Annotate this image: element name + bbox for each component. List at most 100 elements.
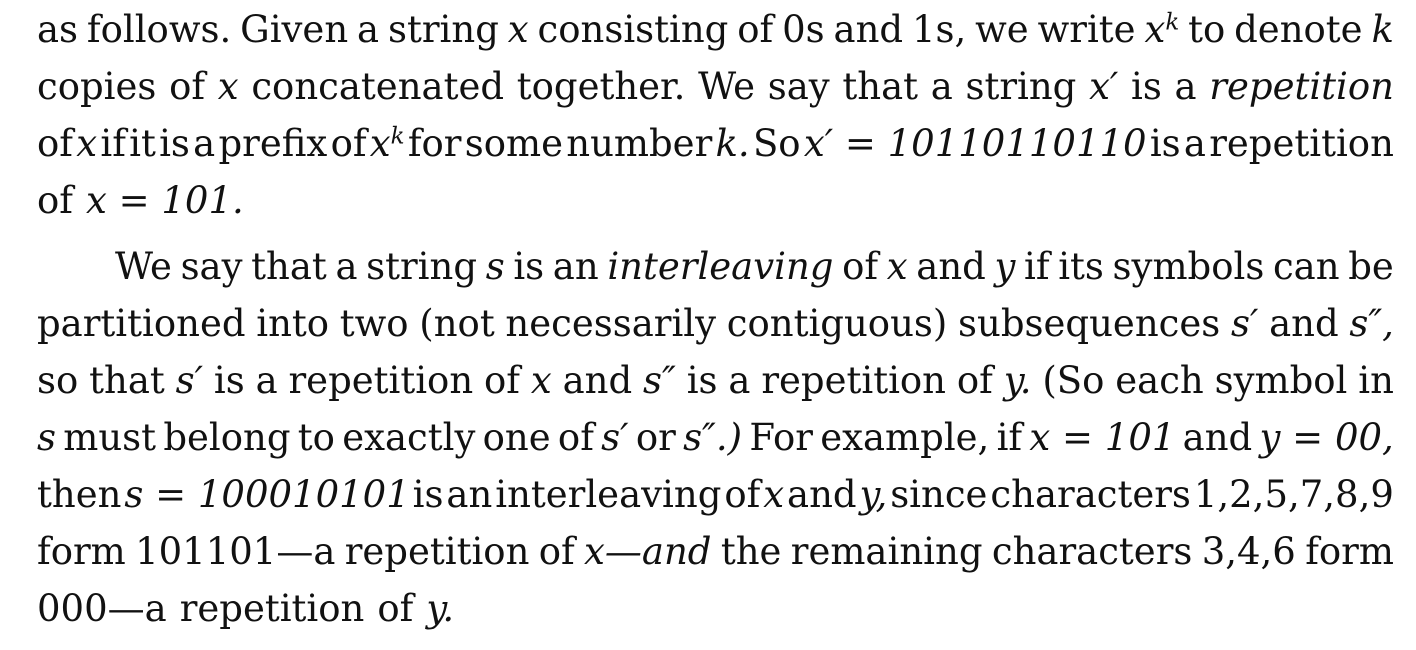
word: is — [686, 359, 718, 402]
emphasis-repetition: repetition — [1209, 65, 1394, 108]
p1-line-3: of x if it is a prefix of xk for some nu… — [37, 122, 1394, 178]
word: (not — [419, 302, 495, 345]
word: one — [482, 416, 551, 459]
word: of — [538, 530, 575, 573]
word: a — [255, 359, 278, 402]
word: Given — [240, 8, 349, 51]
word: exactly — [342, 416, 476, 459]
math-x: x — [530, 359, 552, 402]
math-x: x — [886, 245, 908, 288]
word: if — [1024, 245, 1050, 288]
word: number — [566, 122, 713, 165]
p2-line-7: 000—a repetition of y. — [37, 587, 1394, 643]
p1-line-1: as follows. Given a string x consisting … — [37, 8, 1394, 64]
math-x-power-k: xk — [1144, 8, 1180, 51]
word: prefix — [218, 122, 328, 165]
word: symbol — [1214, 359, 1348, 402]
word: 1s, — [911, 8, 967, 51]
p1-line-4: of x = 101. — [37, 179, 1394, 235]
word: string — [965, 65, 1077, 108]
word: of — [484, 359, 521, 402]
word: consisting — [537, 8, 729, 51]
word: belong — [163, 416, 291, 459]
word: into — [256, 302, 330, 345]
p2-line-4: s must belong to exactly one of s′ or s″… — [37, 416, 1394, 472]
p2-line-2: partitioned into two (not necessarily co… — [37, 302, 1394, 358]
word: concatenated — [251, 65, 505, 108]
math-x: x — [76, 122, 98, 165]
word: two — [339, 302, 409, 345]
math-y: y — [994, 245, 1016, 288]
word: is — [1149, 122, 1181, 165]
word: or — [635, 416, 676, 459]
word: for — [407, 122, 462, 165]
word: of — [169, 65, 206, 108]
word: it — [129, 122, 156, 165]
word: is — [213, 359, 245, 402]
p2-line-5: then s = 100010101 is an interleaving of… — [37, 473, 1394, 529]
word: contiguous) — [726, 302, 948, 345]
word: to — [297, 416, 335, 459]
word: in — [1358, 359, 1394, 402]
math-s-prime: s′ — [601, 416, 629, 459]
math-y: y. — [1003, 359, 1032, 402]
word: copies — [37, 65, 157, 108]
math-y-equals: y = 00, — [1259, 416, 1394, 459]
word: string — [387, 8, 499, 51]
word: remaining — [790, 530, 983, 573]
math-y: y, — [859, 473, 888, 516]
math-s-double-prime: s″ — [643, 359, 676, 402]
word: can — [1272, 245, 1340, 288]
word: characters — [990, 473, 1191, 516]
word: follows. — [86, 8, 232, 51]
word: interleaving — [495, 473, 722, 516]
word: and — [787, 473, 857, 516]
math-x: x — [763, 473, 785, 516]
math-s-double-prime: s″, — [1349, 302, 1394, 345]
word: that — [842, 65, 919, 108]
word: of — [557, 416, 594, 459]
word: a — [728, 359, 751, 402]
word: is — [513, 245, 545, 288]
word: and — [916, 245, 986, 288]
p1-line-2: copies of x concatenated together. We sa… — [37, 65, 1394, 121]
word: a — [357, 8, 380, 51]
word: some — [464, 122, 563, 165]
p2-line-6: form 101101—a repetition of x—and the re… — [37, 530, 1394, 586]
word: if — [100, 122, 126, 165]
word: repetition — [179, 587, 365, 630]
math-x-equals: x = 101 — [1029, 416, 1176, 459]
word: and — [833, 8, 904, 51]
word: of — [956, 359, 993, 402]
word: a — [1174, 65, 1197, 108]
math-x-prime-equals: x′ = 10110110110 — [803, 122, 1147, 165]
word: of — [724, 473, 761, 516]
math-s-prime: s′ — [175, 359, 204, 402]
p2-line-3: so that s′ is a repetition of x and s″ i… — [37, 359, 1394, 415]
word: say — [767, 65, 830, 108]
word: a — [193, 122, 216, 165]
math-x: x — [217, 65, 239, 108]
word: and — [562, 359, 633, 402]
word: an — [446, 473, 493, 516]
word: string — [366, 245, 478, 288]
math-k: k. — [715, 122, 750, 165]
word: must — [63, 416, 157, 459]
word: of — [737, 8, 774, 51]
math-s-equals: s = 100010101 — [124, 473, 410, 516]
word: to — [1188, 8, 1226, 51]
word: form — [37, 530, 126, 573]
word: symbols — [1112, 245, 1265, 288]
word: denote — [1234, 8, 1363, 51]
word: partitioned — [37, 302, 246, 345]
word: of — [37, 179, 73, 222]
word: characters — [991, 530, 1193, 573]
word: repetition — [344, 530, 530, 573]
word: of — [37, 122, 73, 165]
word: of — [377, 587, 414, 630]
word: repetition — [288, 359, 474, 402]
word: of — [842, 245, 879, 288]
word: and — [1182, 416, 1253, 459]
word: say — [180, 245, 243, 288]
math-y: y. — [426, 587, 455, 630]
